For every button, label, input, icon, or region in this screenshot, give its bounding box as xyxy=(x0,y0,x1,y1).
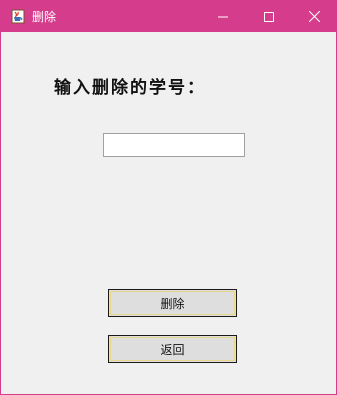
back-button[interactable]: 返回 xyxy=(108,335,237,363)
title-bar[interactable]: 删除 xyxy=(1,1,336,32)
close-button[interactable] xyxy=(291,1,337,32)
content-panel: 输入删除的学号： 删除 返回 xyxy=(1,32,336,394)
window-title: 删除 xyxy=(32,10,57,24)
java-cup-icon xyxy=(11,9,25,24)
delete-button[interactable]: 删除 xyxy=(108,289,237,317)
student-id-prompt: 输入删除的学号： xyxy=(54,78,206,98)
maximize-icon xyxy=(264,7,274,26)
delete-window: 删除 输入删除的学号： 删除 返回 xyxy=(0,0,337,395)
close-icon xyxy=(308,7,320,26)
minimize-button[interactable] xyxy=(200,1,246,32)
minimize-icon xyxy=(218,7,228,26)
student-id-input[interactable] xyxy=(103,133,245,157)
maximize-button[interactable] xyxy=(246,1,292,32)
